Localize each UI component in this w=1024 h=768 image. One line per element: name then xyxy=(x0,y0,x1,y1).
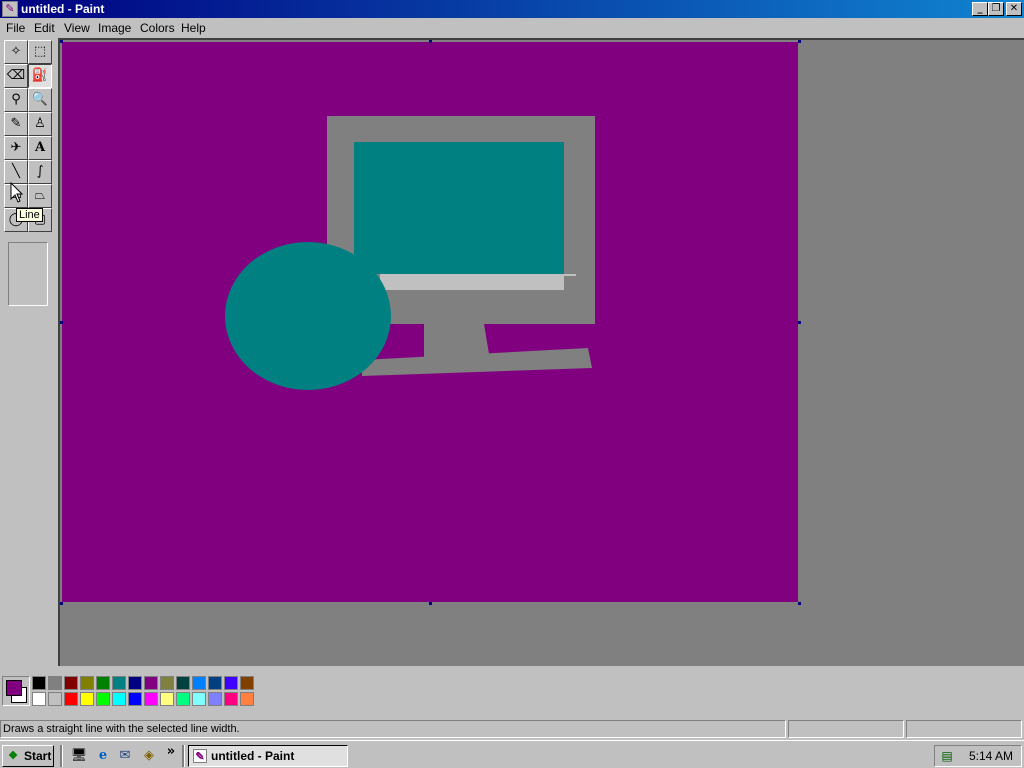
clock[interactable]: 5:14 AM xyxy=(969,746,1013,766)
tooltip: Line xyxy=(16,208,43,222)
palette-swatch[interactable] xyxy=(64,692,78,706)
palette-swatch[interactable] xyxy=(144,692,158,706)
drawing-canvas[interactable] xyxy=(62,42,798,602)
minimize-button[interactable]: _ xyxy=(972,2,988,16)
pick-color-tool[interactable]: ⚲ xyxy=(4,88,28,112)
polygon-tool[interactable]: ⏢ xyxy=(28,184,52,208)
palette-swatch[interactable] xyxy=(96,676,110,690)
rect-select-tool[interactable]: ⬚ xyxy=(28,40,52,64)
start-button[interactable]: ❖ Start xyxy=(2,745,54,767)
palette-swatch[interactable] xyxy=(160,692,174,706)
palette-swatch[interactable] xyxy=(192,676,206,690)
palette-swatch[interactable] xyxy=(128,676,142,690)
system-tray: ▤ 5:14 AM xyxy=(934,745,1022,767)
menu-help[interactable]: Help xyxy=(181,21,206,35)
line-tool[interactable]: ╲ xyxy=(4,160,28,184)
palette-swatch[interactable] xyxy=(240,676,254,690)
palette-swatch[interactable] xyxy=(160,676,174,690)
taskbar-separator xyxy=(60,745,63,767)
palette-swatch[interactable] xyxy=(32,692,46,706)
taskbar-button-label: untitled - Paint xyxy=(211,749,295,763)
palette-swatch[interactable] xyxy=(176,676,190,690)
palette-swatch[interactable] xyxy=(112,676,126,690)
outlook-express-icon[interactable]: ✉ xyxy=(116,747,134,765)
palette-swatch[interactable] xyxy=(96,692,110,706)
palette-swatch[interactable] xyxy=(224,676,238,690)
teal-ellipse xyxy=(225,242,391,390)
palette-swatch[interactable] xyxy=(144,676,158,690)
palette-swatch[interactable] xyxy=(48,676,62,690)
palette-swatch[interactable] xyxy=(208,676,222,690)
eraser-tool[interactable]: ⌫ xyxy=(4,64,28,88)
magnifier-tool[interactable]: 🔍 xyxy=(28,88,52,112)
resize-handle-bottom[interactable] xyxy=(429,602,432,605)
palette-swatch[interactable] xyxy=(240,692,254,706)
resize-handle-bottom-left xyxy=(60,602,63,605)
brush-tool[interactable]: ♙ xyxy=(28,112,52,136)
current-colors xyxy=(2,676,30,706)
palette-swatch[interactable] xyxy=(128,692,142,706)
paint-app-icon[interactable]: ✎ xyxy=(2,1,18,17)
palette-swatch[interactable] xyxy=(224,692,238,706)
monitor-bezel-edge xyxy=(564,274,576,276)
mouse-cursor-icon xyxy=(10,182,24,203)
monitor-screen xyxy=(354,142,564,274)
window-title: untitled - Paint xyxy=(21,2,105,16)
status-message: Draws a straight line with the selected … xyxy=(0,720,786,738)
quicklaunch-chevron-icon[interactable]: » xyxy=(162,743,180,761)
resize-handle-top xyxy=(429,40,432,43)
menu-edit[interactable]: Edit xyxy=(34,21,55,35)
menu-colors[interactable]: Colors xyxy=(140,21,175,35)
channels-icon[interactable]: ◈ xyxy=(140,747,158,765)
internet-explorer-icon[interactable]: e xyxy=(94,747,112,765)
resize-handle-left xyxy=(60,321,63,324)
text-tool[interactable]: A xyxy=(28,136,52,160)
start-label: Start xyxy=(24,749,52,763)
airbrush-tool[interactable]: ✈ xyxy=(4,136,28,160)
close-button[interactable]: ✕ xyxy=(1006,2,1022,16)
menu-image[interactable]: Image xyxy=(98,21,131,35)
status-bar: Draws a straight line with the selected … xyxy=(0,718,1024,740)
canvas-drawing xyxy=(62,42,798,602)
monitor-bezel-strip xyxy=(380,274,564,290)
resize-handle-top-right xyxy=(798,40,801,43)
menu-file[interactable]: File xyxy=(6,21,25,35)
palette-swatch[interactable] xyxy=(80,676,94,690)
resize-handle-right[interactable] xyxy=(798,321,801,324)
resize-handle-bottom-right[interactable] xyxy=(798,602,801,605)
free-form-select-tool[interactable]: ✧ xyxy=(4,40,28,64)
fill-with-color-tool[interactable]: ⛽ xyxy=(28,64,52,88)
palette-swatch[interactable] xyxy=(176,692,190,706)
foreground-color-swatch xyxy=(6,680,22,696)
taskbar: ❖ Start 🖥 e ✉ ◈ » ✎ untitled - Paint ▤ 5… xyxy=(0,740,1024,768)
network-tray-icon[interactable]: ▤ xyxy=(939,748,955,764)
curve-tool[interactable]: ∫ xyxy=(28,160,52,184)
palette-swatch[interactable] xyxy=(112,692,126,706)
pencil-tool[interactable]: ✎ xyxy=(4,112,28,136)
palette-swatch[interactable] xyxy=(48,692,62,706)
status-coordinates xyxy=(788,720,904,738)
menu-view[interactable]: View xyxy=(64,21,90,35)
palette-swatch[interactable] xyxy=(64,676,78,690)
taskbar-separator-2 xyxy=(182,745,185,767)
title-bar: ✎ untitled - Paint _ ❐ ✕ xyxy=(0,0,1024,18)
menu-bar: File Edit View Image Colors Help xyxy=(0,18,1024,38)
taskbar-button-paint[interactable]: ✎ untitled - Paint xyxy=(188,745,348,767)
status-size xyxy=(906,720,1022,738)
resize-handle-top-left xyxy=(60,40,63,43)
tool-options-box[interactable] xyxy=(8,242,48,306)
show-desktop-icon[interactable]: 🖥 xyxy=(70,747,88,765)
paint-task-icon: ✎ xyxy=(193,749,207,763)
palette-swatch[interactable] xyxy=(80,692,94,706)
windows-logo-icon: ❖ xyxy=(8,750,18,762)
palette-swatch[interactable] xyxy=(32,676,46,690)
palette-swatch[interactable] xyxy=(208,692,222,706)
color-box xyxy=(0,668,1024,714)
restore-button[interactable]: ❐ xyxy=(988,2,1004,16)
palette-swatch[interactable] xyxy=(192,692,206,706)
